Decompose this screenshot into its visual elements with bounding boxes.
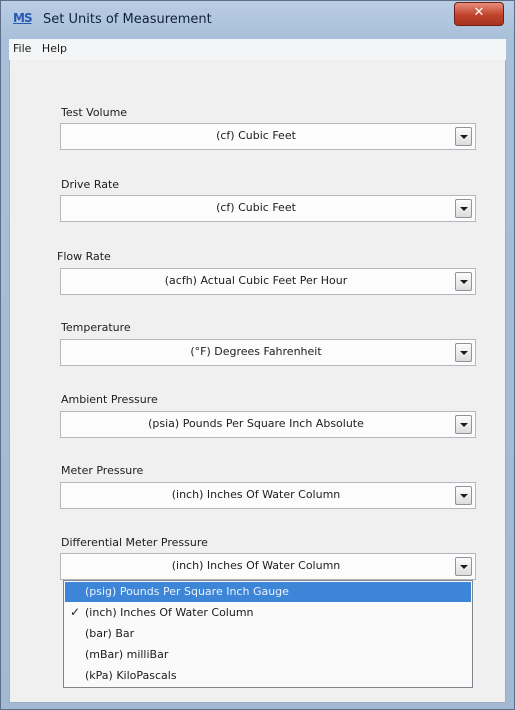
test-volume-select[interactable]: (cf) Cubic Feet	[60, 123, 476, 150]
chevron-down-icon[interactable]	[455, 199, 472, 218]
flow-rate-label: Flow Rate	[57, 250, 111, 263]
dropdown-option-inch[interactable]: ✓ (inch) Inches Of Water Column	[65, 603, 471, 623]
flow-rate-value: (acfh) Actual Cubic Feet Per Hour	[164, 274, 348, 287]
chevron-down-icon[interactable]	[455, 272, 472, 291]
settings-panel: Test Volume (cf) Cubic Feet Drive Rate (…	[9, 60, 506, 703]
drive-rate-select[interactable]: (cf) Cubic Feet	[60, 195, 476, 222]
meter-pressure-label: Meter Pressure	[61, 464, 144, 477]
window: MS Set Units of Measurement ✕ File Help …	[0, 0, 515, 710]
flow-rate-select[interactable]: (acfh) Actual Cubic Feet Per Hour	[60, 268, 476, 295]
differential-meter-pressure-select[interactable]: (inch) Inches Of Water Column	[60, 553, 476, 580]
test-volume-label: Test Volume	[61, 106, 128, 119]
dropdown-option-mbar[interactable]: (mBar) milliBar	[65, 645, 471, 665]
menu-help[interactable]: Help	[38, 39, 70, 55]
test-volume-value: (cf) Cubic Feet	[216, 129, 296, 142]
temperature-label: Temperature	[61, 321, 131, 334]
check-icon: ✓	[70, 605, 81, 619]
dropdown-option-label: (inch) Inches Of Water Column	[85, 606, 254, 619]
meter-pressure-value: (inch) Inches Of Water Column	[171, 488, 341, 501]
dropdown-option-label: (kPa) KiloPascals	[85, 669, 177, 682]
drive-rate-label: Drive Rate	[61, 178, 120, 191]
ambient-pressure-label: Ambient Pressure	[61, 393, 158, 406]
meter-pressure-select[interactable]: (inch) Inches Of Water Column	[60, 482, 476, 509]
close-icon: ✕	[473, 5, 485, 20]
dropdown-option-bar[interactable]: (bar) Bar	[65, 624, 471, 644]
window-title: Set Units of Measurement	[43, 12, 212, 27]
chevron-down-icon[interactable]	[455, 127, 472, 146]
temperature-value: (°F) Degrees Fahrenheit	[190, 345, 322, 358]
ambient-pressure-select[interactable]: (psia) Pounds Per Square Inch Absolute	[60, 411, 476, 438]
menu-bar: File Help	[9, 39, 506, 61]
differential-meter-pressure-value: (inch) Inches Of Water Column	[171, 559, 341, 572]
close-button[interactable]: ✕	[454, 2, 504, 26]
unit-dropdown-list: (psig) Pounds Per Square Inch Gauge ✓ (i…	[63, 580, 473, 688]
chevron-down-icon[interactable]	[455, 557, 472, 576]
drive-rate-value: (cf) Cubic Feet	[216, 201, 296, 214]
ambient-pressure-value: (psia) Pounds Per Square Inch Absolute	[148, 417, 364, 430]
dropdown-option-label: (psig) Pounds Per Square Inch Gauge	[85, 585, 289, 598]
temperature-select[interactable]: (°F) Degrees Fahrenheit	[60, 339, 476, 366]
dropdown-option-label: (bar) Bar	[85, 627, 135, 640]
menu-file[interactable]: File	[9, 39, 34, 55]
title-bar[interactable]: MS Set Units of Measurement ✕	[1, 1, 514, 39]
dropdown-option-label: (mBar) milliBar	[85, 648, 169, 661]
chevron-down-icon[interactable]	[455, 486, 472, 505]
app-icon: MS	[13, 11, 33, 25]
dropdown-option-psig[interactable]: (psig) Pounds Per Square Inch Gauge	[65, 582, 471, 602]
dropdown-option-kpa[interactable]: (kPa) KiloPascals	[65, 666, 471, 686]
differential-meter-pressure-label: Differential Meter Pressure	[61, 536, 208, 549]
chevron-down-icon[interactable]	[455, 415, 472, 434]
chevron-down-icon[interactable]	[455, 343, 472, 362]
